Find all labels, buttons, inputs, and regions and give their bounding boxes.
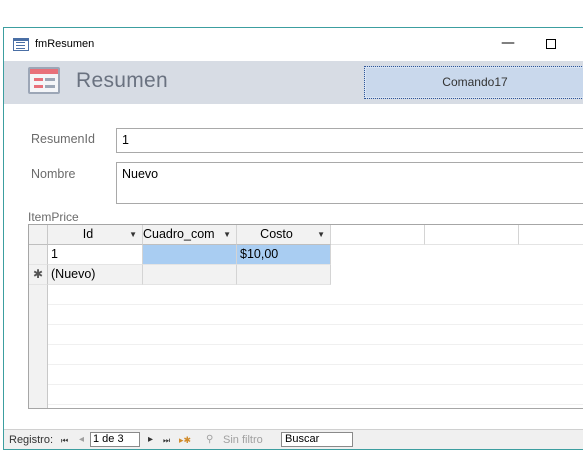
next-record-button[interactable]: ▸	[148, 434, 153, 445]
minimize-button[interactable]: —	[495, 36, 521, 54]
form-logo-icon	[28, 67, 60, 94]
form-icon	[13, 38, 29, 51]
cell-costo[interactable]	[237, 265, 331, 285]
itemprice-subform: Id ▼ Cuadro_com ▼ Costo ▼ 1 $10,00 ✱ (Nu…	[28, 224, 583, 409]
nombre-label: Nombre	[31, 167, 76, 181]
table-row[interactable]: 1 $10,00	[29, 245, 583, 265]
select-all-corner[interactable]	[29, 225, 48, 245]
new-record-icon[interactable]: ✱	[29, 265, 48, 285]
nombre-field[interactable]: Nuevo	[116, 162, 583, 204]
first-record-button[interactable]: ⏮	[61, 436, 68, 446]
current-record-input[interactable]: 1 de 3	[90, 432, 140, 447]
column-header-costo[interactable]: Costo ▼	[237, 225, 331, 245]
form-heading: Resumen	[76, 69, 168, 92]
previous-record-button[interactable]: ◂	[79, 434, 84, 445]
column-header-id[interactable]: Id ▼	[48, 225, 143, 245]
cell-id[interactable]: (Nuevo)	[48, 265, 143, 285]
cell-cuadro[interactable]	[143, 265, 237, 285]
comando17-button[interactable]: Comando17	[364, 66, 583, 99]
title-bar: fmResumen —	[4, 28, 583, 61]
column-header-cuadro[interactable]: Cuadro_com ▼	[143, 225, 237, 245]
chevron-down-icon[interactable]: ▼	[223, 225, 231, 244]
subform-header-row: Id ▼ Cuadro_com ▼ Costo ▼	[29, 225, 583, 245]
filter-toggle-button[interactable]: Sin filtro	[223, 434, 263, 446]
resumenid-field[interactable]: 1	[116, 128, 583, 153]
filter-icon: ⚲	[206, 434, 214, 445]
new-record-button[interactable]: ▸✱	[179, 435, 191, 446]
cell-costo[interactable]: $10,00	[237, 245, 331, 265]
itemprice-label: ItemPrice	[28, 210, 79, 224]
cell-cuadro[interactable]	[143, 245, 237, 265]
chevron-down-icon[interactable]: ▼	[129, 225, 137, 244]
window-title: fmResumen	[35, 38, 95, 50]
record-selector[interactable]	[29, 245, 48, 265]
search-input[interactable]: Buscar	[281, 432, 353, 447]
last-record-button[interactable]: ⏭	[163, 436, 170, 446]
record-navigation-bar: Registro: ⏮ ◂ 1 de 3 ▸ ⏭ ▸✱ ⚲ Sin filtro…	[4, 429, 583, 449]
table-row-new[interactable]: ✱ (Nuevo)	[29, 265, 583, 285]
chevron-down-icon[interactable]: ▼	[317, 225, 325, 244]
cell-id[interactable]: 1	[48, 245, 143, 265]
registro-label: Registro:	[9, 434, 54, 446]
maximize-button[interactable]	[546, 39, 556, 49]
form-header: Resumen Comando17	[4, 61, 583, 104]
resumenid-label: ResumenId	[31, 132, 95, 146]
form-window: fmResumen — Resumen Comando17 Resumen Id …	[3, 27, 583, 450]
